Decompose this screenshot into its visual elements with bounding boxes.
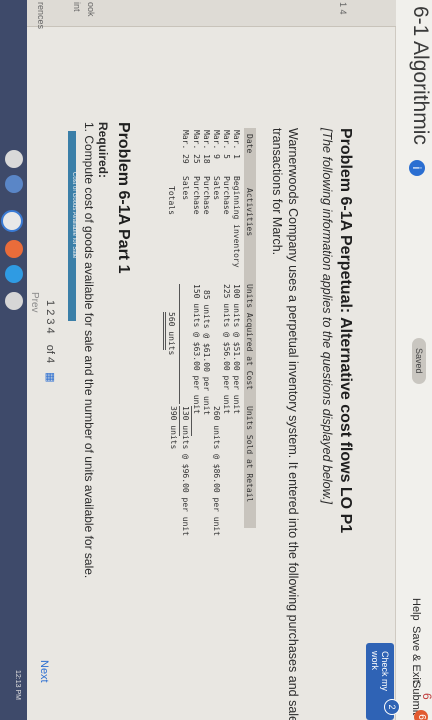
pager: 1 2 3 4 of 4 ▦ — [44, 300, 57, 383]
page-current[interactable]: 1 — [44, 300, 56, 306]
page-numbers[interactable]: 2 3 4 — [44, 309, 56, 333]
check-my-work-badge: 2 — [384, 699, 400, 715]
table-cell-date: Mar. 5 — [222, 130, 231, 159]
sidebar-item-ebook[interactable]: ook — [86, 2, 96, 17]
table-header-date: Date — [245, 134, 254, 154]
table-cell-acquired: 225 units @ $56.00 per unit — [222, 284, 231, 415]
header-bar: 6-1 Algorithmic i Saved Help Save & Exit… — [395, 0, 432, 720]
app-icon[interactable] — [5, 292, 23, 310]
save-exit-link[interactable]: Save & Exit — [410, 626, 422, 683]
required-label: Required: — [96, 122, 110, 179]
sold-total-underline — [179, 406, 180, 436]
help-link[interactable]: Help — [410, 598, 422, 621]
table-cell-date: Mar. 18 — [202, 130, 211, 164]
table-cell-activity: Beginning inventory — [232, 176, 241, 268]
app-icon[interactable] — [5, 175, 23, 193]
total-double-underline — [165, 312, 166, 350]
table-cell-sold: 130 units @ $96.00 per unit — [181, 406, 190, 537]
sidebar-item-print[interactable]: int — [72, 2, 82, 12]
notification-badge: 6 — [414, 710, 428, 720]
taskbar: 12:13 PM — [0, 0, 27, 720]
total-double-underline-2 — [163, 312, 164, 350]
answer-tab-label[interactable]: Cost of Goods Available for Sale — [71, 172, 77, 258]
table-cell-totals-label: Totals — [167, 186, 176, 215]
table-cell-total-acquired: 560 units — [167, 312, 176, 356]
part-title: Problem 6-1A Part 1 — [115, 122, 132, 274]
table-cell-date: Mar. 29 — [181, 130, 190, 164]
edge-icon[interactable] — [5, 265, 23, 283]
monitor-screen: 6-1 Algorithmic i Saved Help Save & Exit… — [0, 0, 432, 720]
table-cell-activity: Purchase — [202, 176, 211, 215]
table-header-activities: Activities — [245, 188, 254, 237]
saved-status: Saved — [412, 338, 426, 384]
table-cell-date: Mar. 9 — [212, 130, 221, 159]
problem-title: Problem 6-1A Perpetual: Alternative cost… — [337, 128, 354, 534]
left-sidebar: 1 4 ook int rences — [0, 0, 396, 29]
next-button[interactable]: Next — [38, 660, 50, 683]
info-icon[interactable]: i — [409, 160, 425, 176]
transactions-table: Date Activities Units Acquired at Cost U… — [156, 128, 256, 536]
problem-description: Warnerwoods Company uses a perpetual inv… — [286, 128, 300, 720]
table-header-acquired: Units Acquired at Cost — [245, 284, 254, 390]
table-cell-activity: Sales — [181, 176, 190, 201]
table-cell-date: Mar. 25 — [192, 130, 201, 164]
grid-icon[interactable]: ▦ — [44, 372, 56, 382]
table-header-sold: Units Sold at Retail — [245, 406, 254, 503]
count-indicator: 6 — [420, 693, 432, 700]
table-cell-acquired: 150 units @ $63.00 per unit — [192, 284, 201, 415]
page-of-label: of 4 — [44, 344, 56, 364]
problem-note: [The following information applies to th… — [320, 128, 334, 504]
table-cell-activity: Sales — [212, 176, 221, 201]
sold-underline — [191, 406, 192, 436]
sidebar-item-references[interactable]: rences — [36, 2, 46, 29]
table-cell-sold: 260 units @ $86.00 per unit — [212, 406, 221, 537]
table-cell-acquired: 100 units @ $51.00 per unit — [232, 284, 241, 415]
required-item: 1. Compute cost of goods available for s… — [82, 122, 96, 579]
app-icon[interactable] — [5, 150, 23, 168]
clock: 12:13 PM — [14, 670, 21, 700]
assignment-title: 6-1 Algorithmic — [409, 6, 432, 145]
sidebar-item-question[interactable]: 1 4 — [338, 2, 348, 15]
chrome-icon[interactable] — [1, 210, 23, 232]
table-cell-total-sold: 390 units — [169, 406, 178, 450]
problem-description-cont: transactions for March. — [270, 128, 284, 256]
prev-button[interactable]: Prev — [29, 292, 40, 313]
table-cell-acquired: 85 units @ $61.00 per unit — [202, 290, 211, 416]
acquired-underline — [179, 284, 180, 404]
table-cell-date: Mar. 1 — [232, 130, 241, 159]
table-cell-activity: Purchase — [222, 176, 231, 215]
table-cell-activity: Purchase — [192, 176, 201, 215]
app-icon[interactable] — [5, 240, 23, 258]
